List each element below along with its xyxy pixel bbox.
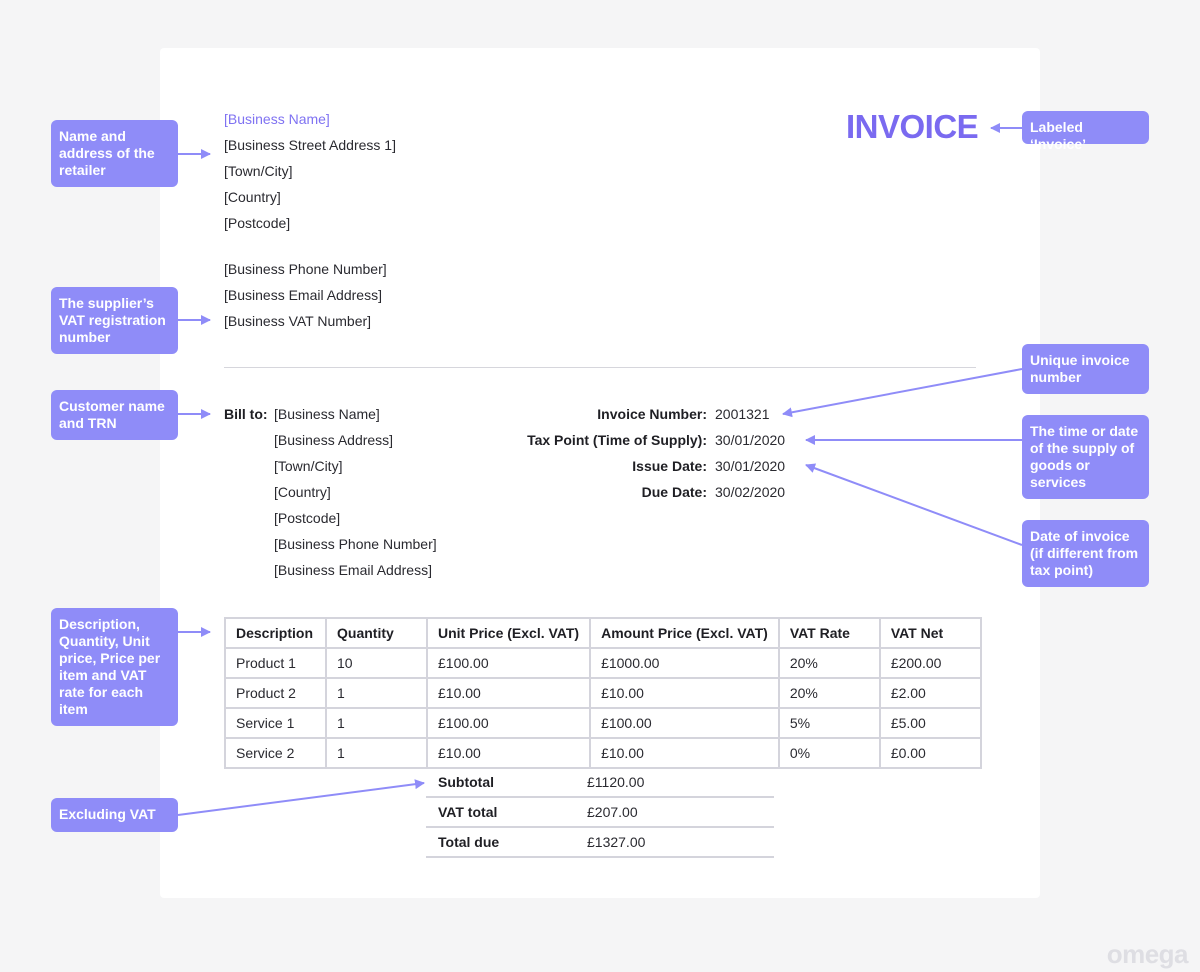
cell-unit-price: £100.00: [425, 647, 592, 679]
header-unit-price: Unit Price (Excl. VAT): [425, 617, 592, 649]
invoice-number-label: Invoice Number:: [597, 406, 707, 422]
tax-point-value: 30/01/2020: [715, 432, 786, 448]
business-postcode: [Postcode]: [224, 215, 291, 231]
subtotal-value: £1120.00: [587, 774, 645, 790]
callout-tax-point: The time or date of the supply of goods …: [1022, 415, 1149, 499]
bill-to-country: [Country]: [274, 484, 331, 500]
vat-total-value: £207.00: [587, 804, 638, 820]
header-amount-price: Amount Price (Excl. VAT): [589, 617, 780, 649]
business-vat-number: [Business VAT Number]: [224, 313, 372, 329]
totals-block: Subtotal £1120.00 VAT total £207.00 Tota…: [426, 768, 774, 858]
cell-amount-price: £1000.00: [589, 647, 780, 679]
bill-to-town-city: [Town/City]: [274, 458, 343, 474]
cell-vat-net: £0.00: [878, 737, 982, 769]
total-due-value: £1327.00: [587, 834, 646, 850]
callout-customer: Customer name and TRN: [51, 390, 178, 440]
cell-vat-rate: 5%: [777, 707, 881, 739]
cell-description: Product 2: [224, 677, 327, 709]
subtotal-label: Subtotal: [438, 774, 494, 790]
cell-amount-price: £10.00: [589, 677, 780, 709]
cell-vat-net: £200.00: [878, 647, 982, 679]
table-row: Service 2 1 £10.00 £10.00 0% £0.00: [224, 737, 982, 769]
cell-vat-net: £2.00: [878, 677, 982, 709]
issue-date-label: Issue Date:: [632, 458, 707, 474]
total-due-label: Total due: [438, 834, 500, 850]
business-town-city: [Town/City]: [224, 163, 293, 179]
cell-quantity: 1: [325, 707, 428, 739]
invoice-title: INVOICE: [846, 108, 979, 145]
section-divider: [224, 367, 976, 368]
header-vat-rate: VAT Rate: [777, 617, 881, 649]
invoice-number-value: 2001321: [715, 406, 770, 422]
cell-unit-price: £100.00: [425, 707, 592, 739]
bill-to-business-address: [Business Address]: [274, 432, 394, 448]
callout-retailer: Name and address of the retailer: [51, 120, 178, 187]
cell-description: Service 1: [224, 707, 327, 739]
callout-line-items: Description, Quantity, Unit price, Price…: [51, 608, 178, 726]
cell-amount-price: £100.00: [589, 707, 780, 739]
table-header-row: Description Quantity Unit Price (Excl. V…: [224, 617, 982, 649]
total-due-row: Total due £1327.00: [426, 828, 774, 858]
table-row: Service 1 1 £100.00 £100.00 5% £5.00: [224, 707, 982, 739]
bill-to-label: Bill to:: [224, 406, 268, 422]
cell-description: Service 2: [224, 737, 327, 769]
cell-description: Product 1: [224, 647, 327, 679]
cell-vat-rate: 0%: [777, 737, 881, 769]
business-phone: [Business Phone Number]: [224, 261, 387, 277]
callout-invoice-number: Unique invoice number: [1022, 344, 1149, 394]
cell-vat-rate: 20%: [777, 677, 881, 709]
line-items-table: Description Quantity Unit Price (Excl. V…: [224, 617, 982, 769]
subtotal-row: Subtotal £1120.00: [426, 768, 774, 798]
table-row: Product 2 1 £10.00 £10.00 20% £2.00: [224, 677, 982, 709]
callout-vat-number: The supplier’s VAT registration number: [51, 287, 178, 354]
cell-quantity: 10: [325, 647, 428, 679]
business-email: [Business Email Address]: [224, 287, 382, 303]
cell-unit-price: £10.00: [425, 677, 592, 709]
tax-point-label: Tax Point (Time of Supply):: [527, 432, 707, 448]
cell-quantity: 1: [325, 737, 428, 769]
omega-logo: omega: [1106, 939, 1189, 969]
cell-vat-net: £5.00: [878, 707, 982, 739]
bill-to-postcode: [Postcode]: [274, 510, 341, 526]
cell-quantity: 1: [325, 677, 428, 709]
bill-to-phone: [Business Phone Number]: [274, 536, 437, 552]
business-country: [Country]: [224, 189, 281, 205]
header-quantity: Quantity: [325, 617, 428, 649]
cell-vat-rate: 20%: [777, 647, 881, 679]
cell-amount-price: £10.00: [589, 737, 780, 769]
vat-total-row: VAT total £207.00: [426, 798, 774, 828]
due-date-label: Due Date:: [641, 484, 707, 500]
callout-excluding-vat: Excluding VAT: [51, 798, 178, 832]
bill-to-email: [Business Email Address]: [274, 562, 432, 578]
header-description: Description: [224, 617, 327, 649]
issue-date-value: 30/01/2020: [715, 458, 786, 474]
table-row: Product 1 10 £100.00 £1000.00 20% £200.0…: [224, 647, 982, 679]
vat-total-label: VAT total: [438, 804, 498, 820]
due-date-value: 30/02/2020: [715, 484, 786, 500]
callout-invoice-label: Labeled ‘Invoice’: [1022, 111, 1149, 152]
business-name: [Business Name]: [224, 111, 330, 127]
cell-unit-price: £10.00: [425, 737, 592, 769]
callout-issue-date: Date of invoice (if different from tax p…: [1022, 520, 1149, 587]
business-street-address: [Business Street Address 1]: [224, 137, 396, 153]
bill-to-business-name: [Business Name]: [274, 406, 380, 422]
header-vat-net: VAT Net: [878, 617, 982, 649]
